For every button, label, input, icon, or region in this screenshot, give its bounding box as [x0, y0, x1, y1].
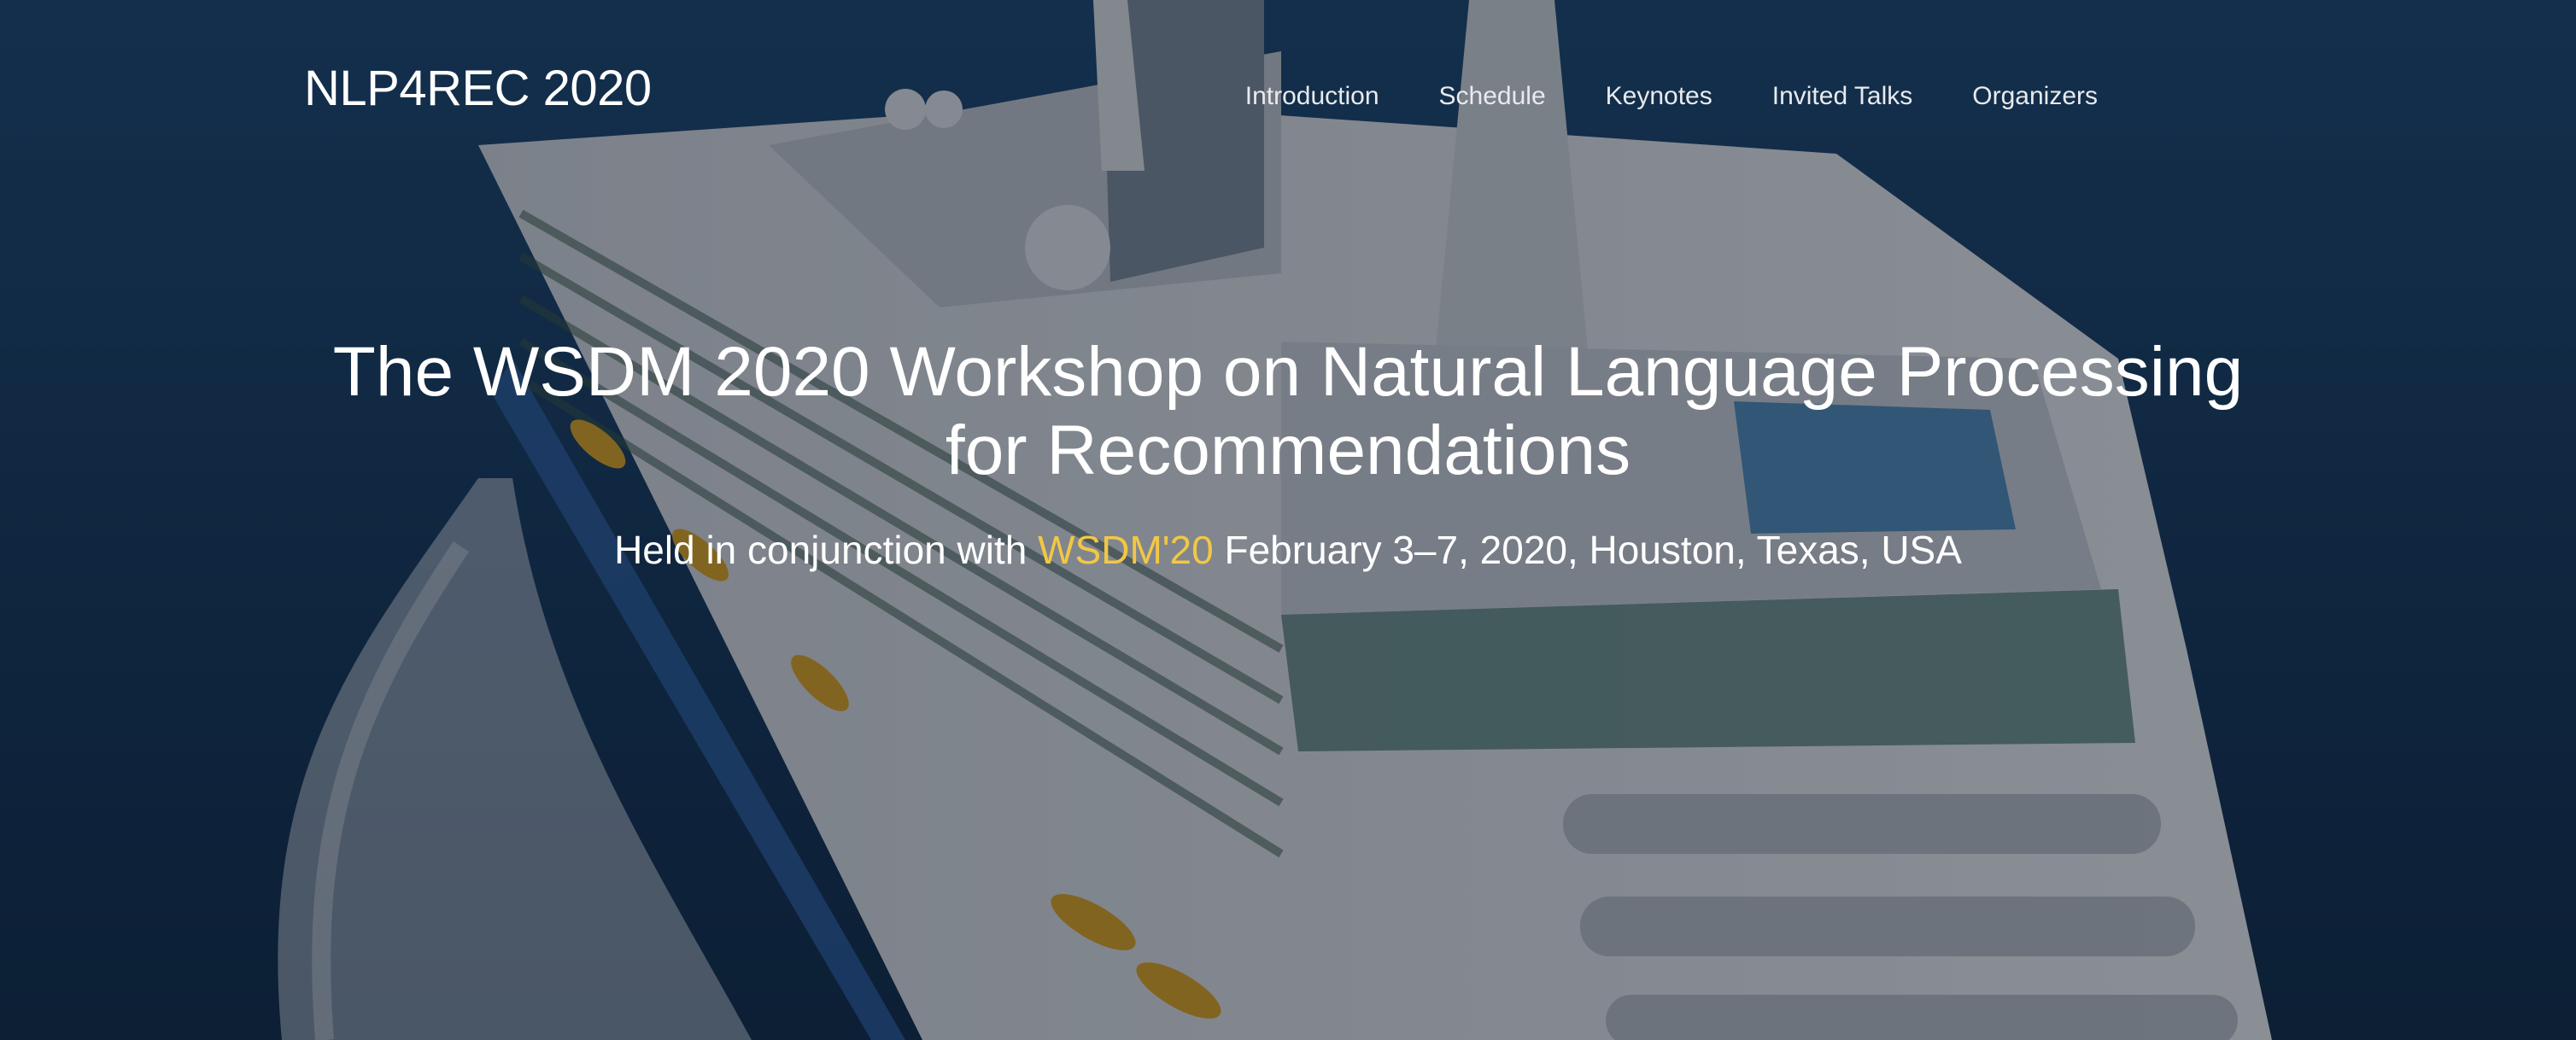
top-navbar: NLP4REC 2020 Introduction Schedule Keyno… — [0, 0, 2576, 188]
nav-item-organizers: Organizers — [1972, 82, 2098, 111]
nav-item-introduction: Introduction — [1245, 82, 1379, 111]
nav-item-schedule: Schedule — [1439, 82, 1546, 111]
subtitle-prefix: Held in conjunction with — [614, 528, 1027, 572]
nav-link-keynotes[interactable]: Keynotes — [1606, 82, 1712, 110]
hero-section: NLP4REC 2020 Introduction Schedule Keyno… — [0, 0, 2576, 1040]
nav-item-invited-talks: Invited Talks — [1772, 82, 1913, 111]
hero-subtitle: Held in conjunction with WSDM'20 Februar… — [0, 526, 2576, 574]
nav-link-organizers[interactable]: Organizers — [1972, 82, 2098, 110]
page-title: The WSDM 2020 Workshop on Natural Langua… — [332, 333, 2244, 489]
brand-link[interactable]: NLP4REC 2020 — [304, 60, 652, 117]
nav-menu: Introduction Schedule Keynotes Invited T… — [1245, 82, 2098, 111]
nav-item-keynotes: Keynotes — [1606, 82, 1712, 111]
hero-headline: The WSDM 2020 Workshop on Natural Langua… — [0, 333, 2576, 574]
nav-link-invited-talks[interactable]: Invited Talks — [1772, 82, 1913, 110]
nav-link-schedule[interactable]: Schedule — [1439, 82, 1546, 110]
subtitle-date-location: February 3–7, 2020, Houston, Texas, USA — [1224, 528, 1962, 572]
wsdm-conference-link[interactable]: WSDM'20 — [1038, 528, 1214, 572]
nav-link-introduction[interactable]: Introduction — [1245, 82, 1379, 110]
